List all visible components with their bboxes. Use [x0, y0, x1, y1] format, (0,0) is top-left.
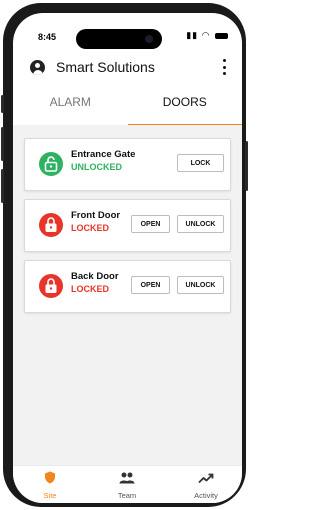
app-bar: Smart Solutions	[13, 57, 242, 83]
nav-label: Team	[117, 491, 137, 500]
phone-frame: 8:45 ▮▮ ◠ Smart Solutions ALARM DOORS En…	[1, 3, 248, 507]
door-card-front-door: Front Door LOCKED OPEN UNLOCK	[24, 199, 231, 252]
door-card-back-door: Back Door LOCKED OPEN UNLOCK	[24, 260, 231, 313]
unlock-button[interactable]: UNLOCK	[177, 276, 224, 294]
door-status: LOCKED	[71, 223, 109, 233]
app-screen: 8:45 ▮▮ ◠ Smart Solutions ALARM DOORS En…	[13, 13, 242, 503]
volume-up-button	[1, 127, 4, 161]
power-button	[245, 141, 248, 191]
wifi-icon: ◠	[201, 30, 211, 40]
volume-down-button	[1, 169, 4, 203]
signal-icon: ▮▮	[186, 30, 199, 40]
tab-bar: ALARM DOORS	[13, 91, 242, 126]
app-title: Smart Solutions	[56, 59, 155, 75]
door-name: Back Door	[71, 271, 119, 282]
battery-icon	[215, 32, 228, 39]
open-button[interactable]: OPEN	[131, 215, 170, 233]
door-status: UNLOCKED	[71, 162, 122, 172]
status-icons: ▮▮ ◠	[186, 30, 228, 41]
nav-team[interactable]: Team	[97, 471, 157, 500]
mute-switch	[1, 95, 4, 113]
doors-list: Entrance Gate UNLOCKED LOCK Front Door L…	[13, 125, 242, 465]
unlock-button[interactable]: UNLOCK	[177, 215, 224, 233]
status-time: 8:45	[38, 32, 57, 42]
bottom-navigation: Site Team Activity	[13, 465, 242, 503]
locked-icon	[39, 213, 63, 237]
locked-icon	[39, 274, 63, 298]
door-card-entrance-gate: Entrance Gate UNLOCKED LOCK	[24, 138, 231, 191]
tab-doors[interactable]: DOORS	[128, 91, 243, 124]
more-options-icon[interactable]	[220, 57, 228, 77]
open-button[interactable]: OPEN	[131, 276, 170, 294]
trend-icon	[198, 473, 214, 484]
unlocked-icon	[39, 152, 63, 176]
tab-alarm[interactable]: ALARM	[13, 91, 128, 124]
lock-button[interactable]: LOCK	[177, 154, 224, 172]
nav-label: Site	[43, 491, 57, 500]
camera-dot	[145, 35, 153, 43]
team-icon	[119, 472, 135, 484]
door-name: Front Door	[71, 210, 121, 221]
nav-activity[interactable]: Activity	[176, 471, 236, 500]
door-name: Entrance Gate	[71, 149, 136, 160]
dynamic-island	[76, 29, 162, 49]
nav-label: Activity	[194, 491, 218, 500]
nav-site[interactable]: Site	[20, 471, 80, 500]
shield-icon	[45, 471, 55, 484]
status-bar: 8:45 ▮▮ ◠	[13, 13, 242, 59]
account-icon[interactable]	[30, 60, 45, 75]
door-status: LOCKED	[71, 284, 109, 294]
